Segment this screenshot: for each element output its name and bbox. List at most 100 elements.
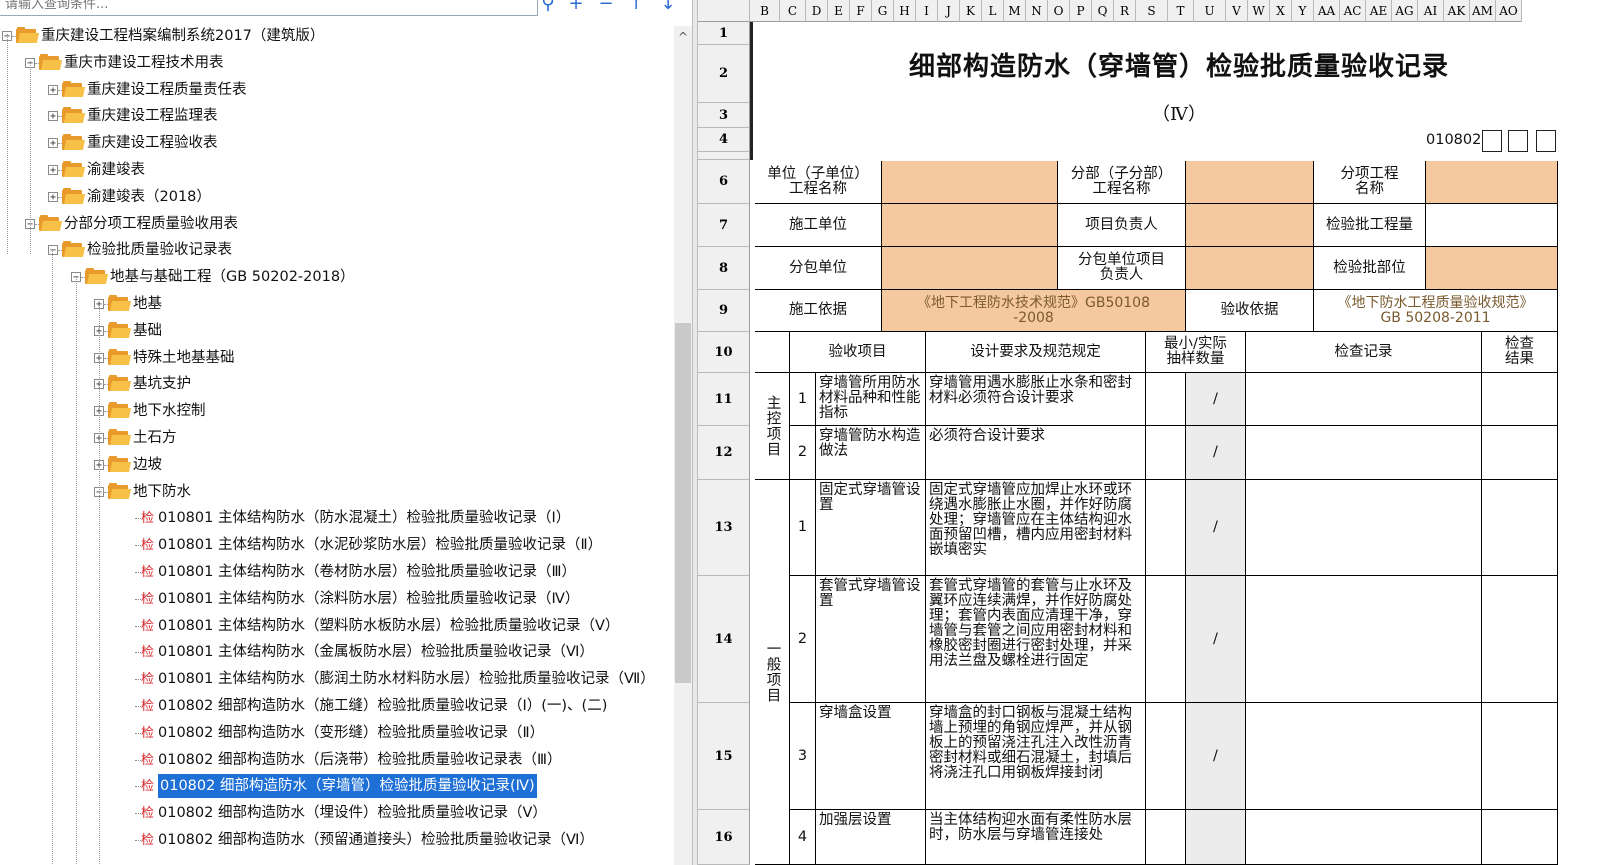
code-box[interactable] <box>1508 130 1528 152</box>
row-header[interactable]: 15 <box>698 703 750 810</box>
column-header[interactable]: D <box>806 0 828 22</box>
column-header[interactable]: G <box>872 0 894 22</box>
plus-icon[interactable]: + <box>567 0 585 14</box>
tree-doc-node[interactable]: 检 010802 细部构造防水（后浇带）检验批质量验收记录表（Ⅲ） <box>0 748 680 772</box>
row-header[interactable]: 6 <box>698 160 750 204</box>
column-header[interactable]: R <box>1114 0 1136 22</box>
actual-sample-cell[interactable]: / <box>1186 703 1246 810</box>
input-batch-location[interactable] <box>1426 247 1558 290</box>
check-record-cell[interactable] <box>1246 373 1482 426</box>
check-record-cell[interactable] <box>1246 576 1482 703</box>
row-header[interactable]: 14 <box>698 576 750 703</box>
column-header[interactable]: C <box>780 0 806 22</box>
check-result-cell[interactable] <box>1482 480 1558 576</box>
tree-doc-node[interactable]: 检 010802 细部构造防水（变形缝）检验批质量验收记录（Ⅱ） <box>0 721 680 745</box>
column-header[interactable]: W <box>1248 0 1270 22</box>
column-header[interactable]: AE <box>1366 0 1392 22</box>
tree-doc-node[interactable]: 检 010802 细部构造防水（穿墙管）检验批质量验收记录(Ⅳ) <box>0 773 680 800</box>
column-header[interactable]: AI <box>1418 0 1444 22</box>
row-header[interactable]: 2 <box>698 45 750 103</box>
tree-doc-node[interactable]: 检 010801 主体结构防水（防水混凝土）检验批质量验收记录（Ⅰ） <box>0 506 680 530</box>
actual-sample-cell[interactable]: / <box>1186 373 1246 426</box>
tree-folder-node[interactable]: − 分部分项工程质量验收用表 <box>0 212 680 236</box>
column-header[interactable]: AG <box>1392 0 1418 22</box>
row-header[interactable]: 7 <box>698 204 750 247</box>
actual-sample-cell[interactable] <box>1186 810 1246 865</box>
column-header[interactable]: J <box>938 0 960 22</box>
column-header[interactable]: N <box>1026 0 1048 22</box>
check-result-cell[interactable] <box>1482 373 1558 426</box>
column-header[interactable]: AK <box>1444 0 1470 22</box>
expand-icon[interactable]: + <box>48 138 58 149</box>
input-sub-manager[interactable] <box>1186 247 1314 290</box>
expand-icon[interactable]: + <box>48 84 58 95</box>
tree-doc-node[interactable]: 检 010802 细部构造防水（预留通道接头）检验批质量验收记录（Ⅵ） <box>0 828 680 852</box>
column-header[interactable]: X <box>1270 0 1292 22</box>
column-header[interactable]: B <box>750 0 780 22</box>
actual-sample-cell[interactable]: / <box>1186 426 1246 480</box>
check-record-cell[interactable] <box>1246 810 1482 865</box>
column-header[interactable]: M <box>1004 0 1026 22</box>
check-result-cell[interactable] <box>1482 810 1558 865</box>
row-header[interactable] <box>698 152 750 160</box>
tree-folder-node[interactable]: + 边坡 <box>0 453 680 477</box>
tree-folder-node[interactable]: + 土石方 <box>0 426 680 450</box>
column-header[interactable]: Q <box>1092 0 1114 22</box>
search-input[interactable] <box>0 0 538 16</box>
column-header[interactable]: I <box>916 0 938 22</box>
column-header[interactable]: AM <box>1470 0 1496 22</box>
arrow-up-icon[interactable]: ↑ <box>627 0 645 14</box>
column-header[interactable]: AO <box>1496 0 1522 22</box>
actual-sample-cell[interactable]: / <box>1186 576 1246 703</box>
tree-folder-node[interactable]: + 重庆建设工程监理表 <box>0 104 680 128</box>
min-sample-cell[interactable] <box>1146 426 1186 480</box>
row-header[interactable]: 16 <box>698 810 750 865</box>
sheet-corner[interactable] <box>698 0 750 22</box>
tree-doc-node[interactable]: 检 010802 细部构造防水（埋设件）检验批质量验收记录（Ⅴ） <box>0 801 680 825</box>
input-project-manager[interactable] <box>1186 204 1314 247</box>
row-header[interactable]: 8 <box>698 247 750 290</box>
tree-folder-node[interactable]: + 特殊土地基基础 <box>0 346 680 370</box>
min-sample-cell[interactable] <box>1146 703 1186 810</box>
check-result-cell[interactable] <box>1482 576 1558 703</box>
column-header[interactable]: V <box>1226 0 1248 22</box>
min-sample-cell[interactable] <box>1146 480 1186 576</box>
row-header[interactable]: 11 <box>698 373 750 426</box>
tree-doc-node[interactable]: 检 010801 主体结构防水（塑料防水板防水层）检验批质量验收记录（Ⅴ） <box>0 614 680 638</box>
input-subitem-project[interactable] <box>1426 161 1558 204</box>
tree-doc-node[interactable]: 检 010801 主体结构防水（水泥砂浆防水层）检验批质量验收记录（Ⅱ） <box>0 533 680 557</box>
tree-doc-node[interactable]: 检 010802 细部构造防水（施工缝）检验批质量验收记录（Ⅰ）(一)、(二) <box>0 694 680 718</box>
column-header[interactable]: Y <box>1292 0 1314 22</box>
column-header[interactable]: E <box>828 0 850 22</box>
expand-icon[interactable]: + <box>48 111 58 122</box>
row-header[interactable]: 4 <box>698 128 750 152</box>
tree-doc-node[interactable]: 检 010801 主体结构防水（卷材防水层）检验批质量验收记录（Ⅲ） <box>0 560 680 584</box>
check-result-cell[interactable] <box>1482 703 1558 810</box>
input-batch-quantity[interactable] <box>1426 204 1558 247</box>
tree-folder-node[interactable]: − 地下防水 <box>0 480 680 504</box>
expand-icon[interactable]: + <box>48 165 58 176</box>
tree-doc-node[interactable]: 检 010801 主体结构防水（膨润土防水材料防水层）检验批质量验收记录（Ⅶ） <box>0 667 680 691</box>
column-header[interactable]: L <box>982 0 1004 22</box>
collapse-icon[interactable]: − <box>48 245 58 256</box>
check-record-cell[interactable] <box>1246 426 1482 480</box>
tree-folder-node[interactable]: + 重庆建设工程验收表 <box>0 131 680 155</box>
value-acceptance-basis[interactable]: 《地下防水工程质量验收规范》 GB 50208-2011 <box>1314 290 1558 332</box>
tree-folder-node[interactable]: + 基坑支护 <box>0 372 680 396</box>
row-header[interactable]: 1 <box>698 22 750 45</box>
min-sample-cell[interactable] <box>1146 810 1186 865</box>
column-header[interactable]: U <box>1194 0 1226 22</box>
column-header[interactable]: K <box>960 0 982 22</box>
row-header[interactable]: 12 <box>698 426 750 480</box>
minus-icon[interactable]: − <box>597 0 615 14</box>
input-construction-unit[interactable] <box>882 204 1058 247</box>
check-result-cell[interactable] <box>1482 426 1558 480</box>
value-construction-basis[interactable]: 《地下工程防水技术规范》GB50108 -2008 <box>882 290 1186 332</box>
scroll-up-icon[interactable]: ^ <box>678 30 688 44</box>
actual-sample-cell[interactable]: / <box>1186 480 1246 576</box>
tree-doc-node[interactable]: 检 010801 主体结构防水（金属板防水层）检验批质量验收记录（Ⅵ） <box>0 640 680 664</box>
column-header[interactable]: AA <box>1314 0 1340 22</box>
column-header[interactable]: O <box>1048 0 1070 22</box>
row-header[interactable]: 9 <box>698 290 750 332</box>
check-record-cell[interactable] <box>1246 480 1482 576</box>
